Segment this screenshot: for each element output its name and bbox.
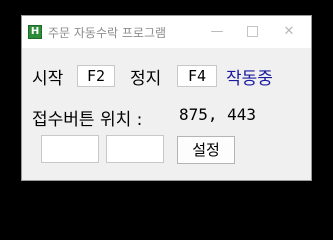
- y-coordinate-input[interactable]: [106, 135, 164, 163]
- status-text: 작동중: [226, 69, 273, 89]
- stop-label: 정지: [130, 69, 162, 89]
- start-label: 시작: [32, 69, 64, 89]
- stop-hotkey-box[interactable]: F4: [177, 65, 217, 87]
- maximize-button[interactable]: [233, 16, 271, 48]
- title-bar[interactable]: H 주문 자동수락 프로그램 — ✕: [22, 16, 311, 48]
- position-value: 875, 443: [179, 105, 257, 124]
- close-button[interactable]: ✕: [270, 16, 308, 48]
- start-hotkey-box[interactable]: F2: [77, 65, 115, 87]
- set-button[interactable]: 설정: [177, 136, 235, 164]
- position-label: 접수버튼 위치 :: [32, 110, 143, 130]
- minimize-button[interactable]: —: [198, 16, 236, 48]
- app-icon: H: [28, 25, 42, 39]
- app-window: H 주문 자동수락 프로그램 — ✕ 시작 F2 정지 F4 작동중 접수버튼 …: [21, 15, 312, 181]
- maximize-icon: [246, 26, 258, 37]
- window-title: 주문 자동수락 프로그램: [48, 26, 167, 40]
- x-coordinate-input[interactable]: [41, 135, 99, 163]
